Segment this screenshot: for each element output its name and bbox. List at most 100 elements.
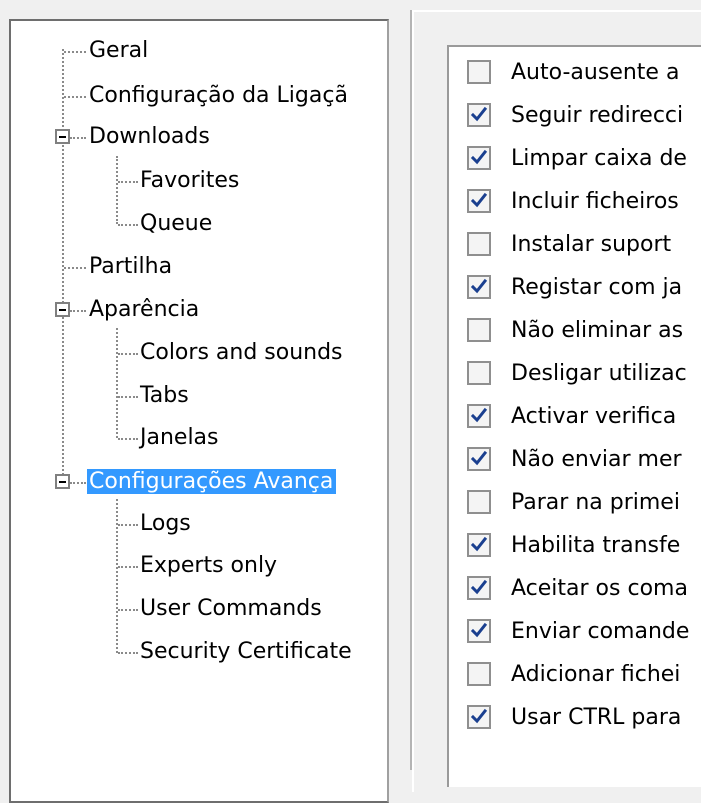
advanced-options-list[interactable]: Auto-ausente a Seguir redirecci Limpar c…: [447, 45, 701, 787]
option-label: Habilita transfe: [511, 533, 681, 558]
option-checkbox[interactable]: [467, 318, 491, 342]
option-label: Não enviar mer: [511, 447, 682, 472]
tree-item-label: Logs: [140, 511, 191, 536]
tree-connector: [64, 267, 86, 269]
tree-item-favorites[interactable]: Favorites: [138, 161, 242, 201]
checkmark-icon: [470, 536, 488, 552]
tree-item-logs[interactable]: Logs: [138, 504, 194, 544]
option-checkbox[interactable]: [467, 146, 491, 170]
option-checkbox[interactable]: [467, 576, 491, 600]
option-checkbox[interactable]: [467, 60, 491, 84]
tree-item-label: Colors and sounds: [140, 340, 343, 365]
tree-item-connection-settings[interactable]: Configuração da Ligaçã: [87, 76, 351, 116]
tree-connector: [70, 310, 86, 312]
checkmark-icon: [470, 407, 488, 423]
tree-connector: [118, 524, 138, 526]
option-row[interactable]: Auto-ausente a: [467, 53, 701, 95]
checkmark-icon: [470, 278, 488, 294]
tree-item-label: Favorites: [140, 168, 240, 193]
option-row[interactable]: Usar CTRL para: [467, 698, 701, 740]
option-checkbox[interactable]: [467, 275, 491, 299]
tree-connector: [118, 181, 138, 183]
tree-item-label: Aparência: [89, 297, 200, 322]
settings-tree[interactable]: Geral Configuração da Ligaçã Downloads F…: [9, 19, 389, 803]
option-checkbox[interactable]: [467, 189, 491, 213]
option-checkbox[interactable]: [467, 662, 491, 686]
option-checkbox[interactable]: [467, 103, 491, 127]
tree-item-label: Geral: [89, 38, 149, 63]
tree-item-security-certificates[interactable]: Security Certificate: [138, 632, 355, 672]
option-checkbox[interactable]: [467, 361, 491, 385]
option-row[interactable]: Instalar suport: [467, 225, 701, 267]
option-label: Limpar caixa de: [511, 146, 687, 171]
option-row[interactable]: Desligar utilizac: [467, 354, 701, 396]
tree-branch-line: [116, 328, 118, 438]
option-checkbox[interactable]: [467, 619, 491, 643]
checkmark-icon: [470, 708, 488, 724]
tree-item-label: Experts only: [140, 553, 278, 578]
option-label: Não eliminar as: [511, 318, 684, 343]
option-checkbox[interactable]: [467, 447, 491, 471]
tree-connector: [118, 566, 138, 568]
tree-connector: [64, 51, 86, 53]
checkmark-icon: [470, 622, 488, 638]
option-row[interactable]: Incluir ficheiros: [467, 182, 701, 224]
option-label: Enviar comande: [511, 619, 690, 644]
tree-connector: [118, 224, 138, 226]
tree-item-user-commands[interactable]: User Commands: [138, 589, 325, 629]
option-row[interactable]: Não enviar mer: [467, 440, 701, 482]
collapse-icon[interactable]: [55, 129, 70, 144]
option-checkbox[interactable]: [467, 232, 491, 256]
checkmark-icon: [470, 106, 488, 122]
tree-item-geral[interactable]: Geral: [87, 31, 151, 71]
tree-item-advanced-settings[interactable]: Configurações Avança: [87, 462, 337, 502]
option-row[interactable]: Habilita transfe: [467, 526, 701, 568]
tree-item-partilha[interactable]: Partilha: [87, 247, 175, 287]
tree-item-janelas[interactable]: Janelas: [138, 418, 222, 458]
checkmark-icon: [470, 192, 488, 208]
option-row[interactable]: Activar verifica: [467, 397, 701, 439]
option-row[interactable]: Não eliminar as: [467, 311, 701, 353]
tree-item-label: Configuração da Ligaçã: [89, 83, 348, 108]
tree-item-colors-and-sounds[interactable]: Colors and sounds: [138, 333, 346, 373]
option-row[interactable]: Limpar caixa de: [467, 139, 701, 181]
option-label: Seguir redirecci: [511, 103, 684, 128]
checkmark-icon: [470, 149, 488, 165]
option-row[interactable]: Seguir redirecci: [467, 96, 701, 138]
tree-item-downloads[interactable]: Downloads: [87, 117, 213, 157]
tree-connector: [118, 609, 138, 611]
option-label: Parar na primei: [511, 490, 680, 515]
tree-item-label: Configurações Avança: [87, 469, 337, 494]
option-label: Activar verifica: [511, 404, 677, 429]
tree-item-queue[interactable]: Queue: [138, 204, 215, 244]
collapse-icon[interactable]: [55, 474, 70, 489]
option-label: Adicionar fichei: [511, 662, 681, 687]
option-label: Auto-ausente a: [511, 60, 680, 85]
collapse-icon[interactable]: [55, 302, 70, 317]
tree-item-label: Downloads: [89, 124, 210, 149]
option-row[interactable]: Adicionar fichei: [467, 655, 701, 697]
option-checkbox[interactable]: [467, 404, 491, 428]
tree-connector: [118, 652, 138, 654]
option-checkbox[interactable]: [467, 705, 491, 729]
tree-item-aparencia[interactable]: Aparência: [87, 290, 202, 330]
option-row[interactable]: Aceitar os coma: [467, 569, 701, 611]
tree-connector: [70, 482, 86, 484]
option-checkbox[interactable]: [467, 490, 491, 514]
option-checkbox[interactable]: [467, 533, 491, 557]
option-row[interactable]: Enviar comande: [467, 612, 701, 654]
option-row[interactable]: Parar na primei: [467, 483, 701, 525]
tree-item-experts-only[interactable]: Experts only: [138, 546, 280, 586]
tree-connector: [118, 438, 138, 440]
option-label: Desligar utilizac: [511, 361, 687, 386]
tree-item-label: Partilha: [89, 254, 173, 279]
tree-item-label: Janelas: [140, 425, 219, 450]
checkmark-icon: [470, 579, 488, 595]
tree-trunk-line: [62, 49, 64, 475]
tree-connector: [118, 396, 138, 398]
option-row[interactable]: Registar com ja: [467, 268, 701, 310]
tree-item-label: User Commands: [140, 596, 322, 621]
tree-item-tabs[interactable]: Tabs: [138, 376, 192, 416]
option-label: Incluir ficheiros: [511, 189, 679, 214]
tree-item-label: Queue: [140, 211, 213, 236]
